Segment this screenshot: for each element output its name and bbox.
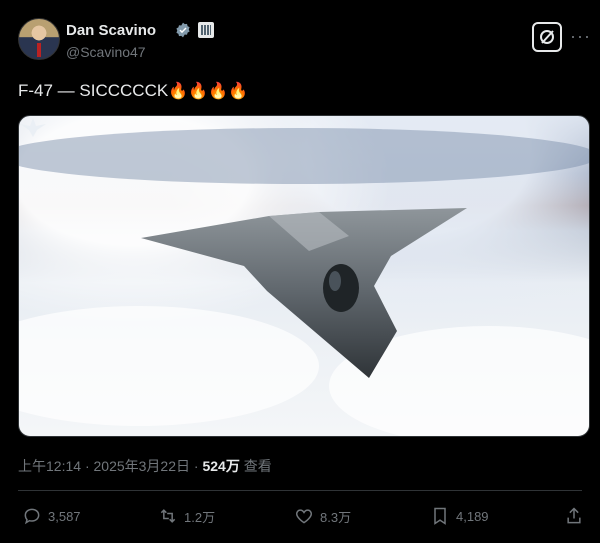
- views-label: 查看: [243, 458, 272, 474]
- like-count: 8.3万: [320, 509, 352, 525]
- avatar[interactable]: [18, 18, 60, 60]
- meta-separator: ·: [193, 458, 199, 474]
- author-handle[interactable]: @Scavino47: [66, 44, 146, 60]
- view-count: 524万: [202, 458, 240, 474]
- post-text-content: F-47 — SICCCCCK: [18, 81, 169, 100]
- post-text: F-47 — SICCCCCK🔥🔥🔥🔥: [18, 81, 248, 101]
- repost-count: 1.2万: [184, 509, 216, 525]
- repost-icon: [160, 509, 176, 523]
- more-icon[interactable]: ···: [570, 26, 591, 47]
- post-date[interactable]: 2025年3月22日: [94, 458, 191, 474]
- author-name[interactable]: Dan Scavino: [66, 22, 156, 39]
- divider: [18, 490, 582, 491]
- air-force-logo: [20, 118, 46, 137]
- bookmark-count: 4,189: [456, 508, 489, 524]
- reply-icon: [24, 508, 40, 525]
- bookmark-icon: [434, 507, 446, 525]
- reply-count: 3,587: [48, 508, 81, 524]
- post-header: Dan Scavino @Scavino47: [18, 18, 600, 64]
- reply-button[interactable]: 3,587: [22, 505, 81, 527]
- jet-illustration: [19, 128, 589, 436]
- post: Dan Scavino @Scavino47 ··· F-47 — SICCCC…: [0, 0, 600, 543]
- grok-icon[interactable]: [532, 22, 562, 52]
- grok-glyph: [540, 30, 554, 44]
- like-button[interactable]: 8.3万: [294, 505, 351, 527]
- meta-separator: ·: [84, 458, 90, 474]
- post-time[interactable]: 上午12:14: [18, 458, 81, 474]
- share-button[interactable]: [564, 505, 584, 527]
- share-icon: [567, 507, 581, 524]
- heart-icon: [295, 509, 313, 524]
- avatar-tie: [37, 43, 41, 57]
- government-badge-icon: [198, 22, 214, 38]
- post-emoji: 🔥🔥🔥🔥: [168, 81, 248, 100]
- bookmark-button[interactable]: 4,189: [430, 505, 489, 527]
- repost-button[interactable]: 1.2万: [158, 505, 215, 527]
- post-image[interactable]: [18, 115, 590, 437]
- post-meta: 上午12:14 · 2025年3月22日 · 524万 查看: [18, 456, 272, 476]
- action-bar: 3,587 1.2万 8.3万 4,189: [18, 505, 582, 527]
- verified-badge-icon[interactable]: [175, 22, 191, 38]
